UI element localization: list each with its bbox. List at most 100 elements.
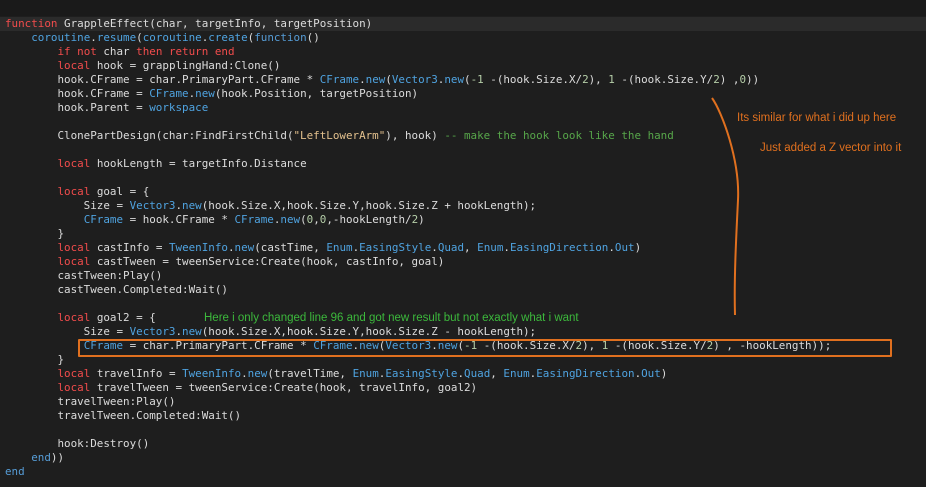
code-line[interactable]: hook.Parent = workspace [5,101,208,115]
code-token: EasingStyle [359,241,432,254]
annotation-note-1: Its similar for what i did up here [737,112,897,124]
code-token: () [306,31,320,44]
code-line[interactable]: local travelInfo = TweenInfo.new(travelT… [5,367,667,381]
code-token: goal2 = { [90,311,156,324]
code-line[interactable]: local castTween = tweenService:Create(ho… [5,255,444,269]
code-token: Vector3 [129,199,176,212]
code-token: end [5,465,25,478]
code-token: EasingDirection [536,367,635,380]
code-token: local [57,367,91,380]
code-token: } [5,227,65,240]
code-line[interactable]: local hookLength = targetInfo.Distance [5,157,307,171]
code-line[interactable]: hook.CFrame = char.PrimaryPart.CFrame * … [5,73,759,87]
code-line[interactable]: hook.CFrame = CFrame.new(hook.Position, … [5,87,418,101]
code-line[interactable]: } [5,353,64,367]
code-token: new [234,241,255,254]
code-token: EasingDirection [509,241,609,254]
code-token: Size = [5,325,130,338]
code-line[interactable]: coroutine.resume(coroutine.create(functi… [5,31,320,45]
code-line[interactable]: end [5,465,25,479]
code-token: (castTime, [254,241,327,254]
code-token: function [254,31,307,44]
code-token: end [31,451,51,464]
code-token: "LeftLowerArm" [293,129,386,142]
code-token: ) [418,213,425,226]
code-token: ) [660,367,668,380]
code-token: then return end [136,45,235,58]
code-token: hookLength = targetInfo.Distance [90,157,307,170]
code-token: coroutine [142,31,202,44]
code-token: create [208,31,248,44]
annotation-note-3: Here i only changed line 96 and got new … [204,312,579,324]
code-line[interactable]: local castInfo = TweenInfo.new(castTime,… [5,241,641,255]
code-token: Enum [477,241,504,254]
code-line[interactable]: local hook = grapplingHand:Clone() [5,59,280,73]
code-line[interactable]: end)) [5,451,64,465]
code-token: function [5,17,58,30]
code-token: hook:Destroy() [5,437,150,450]
code-token: local [57,311,91,324]
code-token: goal = { [90,185,150,198]
code-token: hook = grapplingHand:Clone() [90,59,281,72]
code-editor[interactable]: function GrappleEffect(char, targetInfo,… [0,0,926,487]
code-token: ), hook) [385,129,445,142]
code-token: local [57,59,91,72]
code-token: CFrame [149,87,189,100]
code-line[interactable]: travelTween:Play() [5,395,175,409]
code-line[interactable]: hook:Destroy() [5,437,149,451]
code-token: CFrame [234,213,274,226]
code-token: -- make the hook look like the hand [444,129,674,142]
code-token: new [182,325,202,338]
code-line[interactable]: travelTween.Completed:Wait() [5,409,241,423]
code-line[interactable]: Size = Vector3.new(hook.Size.X,hook.Size… [5,199,536,213]
code-token: local [57,255,91,268]
code-line[interactable]: if not char then return end [5,45,235,59]
annotation-arrow-path [711,97,740,316]
code-token: travelTween:Play() [5,395,176,408]
code-line[interactable]: local goal2 = { [5,311,156,325]
code-token: -(hook.Size.Y/ [614,73,714,86]
code-line[interactable]: castTween:Play() [5,269,162,283]
code-token: CFrame [83,213,124,226]
code-token: Enum [503,367,530,380]
editor-top-strip [0,0,926,16]
code-line[interactable]: function GrappleEffect(char, targetInfo,… [0,17,926,31]
code-token: coroutine [31,31,91,44]
code-token: } [5,353,65,366]
code-token: local [57,241,91,254]
code-token: GrappleEffect(char, targetInfo, targetPo… [57,17,373,30]
code-token: , [464,241,478,254]
code-token: travelTween.Completed:Wait() [5,409,242,422]
code-line[interactable]: castTween.Completed:Wait() [5,283,227,297]
code-line[interactable]: Size = Vector3.new(hook.Size.X,hook.Size… [5,325,536,339]
code-line[interactable]: CFrame = hook.CFrame * CFrame.new(0,0,-h… [5,213,425,227]
code-line[interactable]: ClonePartDesign(char:FindFirstChild("Lef… [5,129,674,143]
code-line[interactable]: local goal = { [5,185,149,199]
code-token: ,-hookLength/ [326,213,412,226]
code-token: (travelTime, [267,367,353,380]
code-token: )) [746,73,760,86]
code-token: travelInfo = [90,367,183,380]
code-token: castInfo = [90,241,169,254]
code-token: hook.Parent = [5,101,150,114]
code-line[interactable]: local travelTween = tweenService:Create(… [5,381,477,395]
code-token: ClonePartDesign(char:FindFirstChild( [5,129,294,142]
code-token: Size = [5,199,130,212]
code-token: TweenInfo [168,241,228,254]
code-token: Vector3 [391,73,438,86]
code-token: EasingStyle [385,367,458,380]
code-token: , [490,367,504,380]
code-line[interactable]: } [5,227,64,241]
code-token: Quad [437,241,465,254]
code-token: -(hook.Size.X/ [483,73,583,86]
